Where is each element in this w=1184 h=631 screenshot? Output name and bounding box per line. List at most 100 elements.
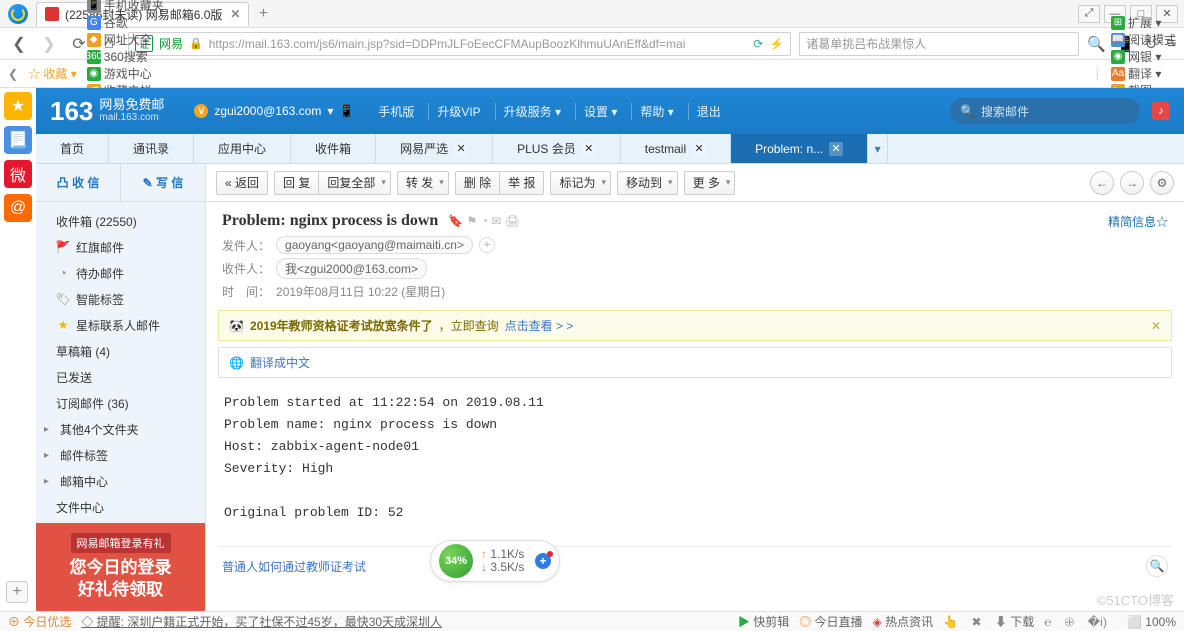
url-flash-icon[interactable]: ⚡ (769, 37, 784, 51)
magnify-icon[interactable]: 🔍 (1146, 555, 1168, 577)
folder-item[interactable]: 订阅邮件 (36) (36, 390, 205, 416)
mail-tab[interactable]: Problem: n...✕ (731, 134, 868, 163)
header-link[interactable]: 设置 ▾ (575, 103, 625, 120)
window-collapse-button[interactable]: ⤢ (1078, 5, 1100, 23)
bookmark-item[interactable]: ◆网址大全 (87, 31, 164, 48)
tab-close-icon[interactable]: ✕ (829, 142, 843, 156)
folder-item[interactable]: 草稿箱 (4) (36, 338, 205, 364)
translate-link[interactable]: 翻译成中文 (250, 354, 310, 371)
suggestion-link[interactable]: 普通人如何通过教师证考试 (222, 558, 366, 575)
new-tab-button[interactable]: + (251, 4, 275, 24)
status-item[interactable]: �וֹ) (1088, 615, 1107, 629)
nav-back-button[interactable]: ❮ (8, 33, 30, 55)
folder-item[interactable]: 文件中心 (36, 494, 205, 520)
status-item[interactable]: ◈ 热点资讯 (873, 615, 934, 629)
gear-icon[interactable]: ⚙ (1150, 171, 1174, 195)
add-extension-button[interactable]: + (6, 581, 28, 603)
move-button[interactable]: 移动到▾ (617, 171, 678, 195)
speed-widget[interactable]: 34% 1.1K/s 3.5K/s + (430, 540, 560, 582)
mark-button[interactable]: 标记为▾ (550, 171, 611, 195)
prev-mail-button[interactable]: ← (1090, 171, 1114, 195)
mail-tab[interactable]: testmail✕ (621, 134, 731, 163)
folder-item[interactable]: ▸邮件标签 (36, 442, 205, 468)
header-link[interactable]: 帮助 ▾ (631, 103, 681, 120)
mail-tab[interactable]: 收件箱 (291, 134, 376, 163)
status-item[interactable]: ◎ 今日直播 (799, 615, 862, 629)
status-item[interactable]: ℮ (1044, 615, 1055, 629)
folder-item[interactable]: 🚩红旗邮件 (36, 234, 205, 260)
mail-search-box[interactable]: 🔍 搜索邮件 (950, 98, 1140, 124)
tab-close-icon[interactable]: ✕ (692, 142, 706, 156)
status-item[interactable]: 👆 (943, 615, 961, 629)
compose-button[interactable]: ✎ 写 信 (121, 164, 205, 201)
reply-all-button[interactable]: 回复全部▾ (318, 171, 391, 195)
nav-forward-button[interactable]: ❯ (38, 33, 60, 55)
mail-tab[interactable]: PLUS 会员✕ (493, 134, 621, 163)
phone-icon[interactable]: 📱 (339, 104, 354, 118)
url-box[interactable]: 证 网易 🔒 https://mail.163.com/js6/main.jsp… (128, 32, 791, 56)
status-tip[interactable]: ◇ 提醒: 深圳户籍正式开始，买了社保不过45岁，最快30天成深圳人 (81, 613, 442, 630)
url-refresh-icon[interactable]: ⟳ (753, 37, 763, 51)
subject-action-icon[interactable]: ✉ (491, 214, 501, 228)
speed-badge[interactable]: + (535, 553, 551, 569)
bm-left-chevron[interactable]: ❮ (8, 67, 18, 81)
forward-button[interactable]: 转 发▾ (397, 171, 449, 195)
status-item[interactable]: 🕀 (1065, 615, 1078, 629)
header-link[interactable]: 手机版 (370, 103, 422, 120)
bookmark-tool[interactable]: 📖阅读模式 (1111, 31, 1176, 48)
promo-box[interactable]: 网易邮箱登录有礼 您今日的登录 好礼待领取 (36, 523, 205, 611)
bookmark-item[interactable]: 360360搜索 (87, 48, 164, 65)
status-item[interactable]: ▶ 快剪辑 (738, 615, 789, 629)
status-opt[interactable]: ⊕ 今日优选 (8, 613, 71, 630)
from-chip[interactable]: gaoyang<gaoyang@maimaiti.cn> (276, 236, 473, 254)
next-mail-button[interactable]: → (1120, 171, 1144, 195)
folder-item[interactable]: ▸邮箱中心 (36, 468, 205, 494)
tab-close-icon[interactable]: ✕ (454, 142, 468, 156)
ext-icon[interactable]: ★ (4, 92, 32, 120)
delete-button[interactable]: 删 除 (455, 171, 500, 195)
add-contact-icon[interactable]: + (479, 237, 495, 253)
header-link[interactable]: 退出 (688, 103, 729, 120)
zoom-level[interactable]: ⬜ 100% (1127, 615, 1176, 629)
user-chip[interactable]: V zgui2000@163.com ▾ 📱 (194, 104, 354, 118)
header-link[interactable]: 升级服务 ▾ (495, 103, 569, 120)
banner-link[interactable]: 点击查看 > > (505, 317, 574, 334)
mail-tab[interactable]: 应用中心 (194, 134, 291, 163)
status-item[interactable]: ⬇ 下载 (995, 615, 1034, 629)
ext-icon[interactable]: 微 (4, 160, 32, 188)
bookmark-tool[interactable]: Aa翻译 ▾ (1111, 65, 1176, 82)
header-link[interactable]: 升级VIP (428, 103, 488, 120)
bookmark-tool[interactable]: ◉网银 ▾ (1111, 48, 1176, 65)
ext-icon[interactable]: @ (4, 194, 32, 222)
ext-icon[interactable]: 📃 (4, 126, 32, 154)
subject-action-icon[interactable]: ◔ (481, 214, 488, 228)
status-item[interactable]: ✖ (971, 615, 984, 629)
bookmark-item[interactable]: ◉游戏中心 (87, 65, 164, 82)
favorites-button[interactable]: ☆ 收藏 ▾ (28, 65, 77, 82)
folder-item[interactable]: 已发送 (36, 364, 205, 390)
music-icon[interactable]: ♪ (1152, 102, 1170, 120)
bookmark-tool[interactable]: ⊞扩展 ▾ (1111, 14, 1176, 31)
mail-tab[interactable]: 网易严选✕ (376, 134, 493, 163)
tab-close-icon[interactable]: ✕ (230, 7, 240, 21)
mail-tab[interactable]: 通讯录 (109, 134, 194, 163)
mail-tab[interactable]: 首页 (36, 134, 109, 163)
back-button[interactable]: « 返回 (216, 171, 268, 195)
receive-button[interactable]: 凸 收 信 (36, 164, 121, 201)
subject-action-icon[interactable]: 🔖 (448, 214, 463, 228)
bookmark-item[interactable]: 📱手机收藏夹 (87, 0, 164, 14)
tab-close-icon[interactable]: ✕ (582, 142, 596, 156)
more-button[interactable]: 更 多▾ (684, 171, 736, 195)
folder-item[interactable]: ★星标联系人邮件 (36, 312, 205, 338)
bookmark-item[interactable]: G谷歌 (87, 14, 164, 31)
report-button[interactable]: 举 报 (499, 171, 544, 195)
browser-search-box[interactable]: 诸葛单挑吕布战果惊人 (799, 32, 1079, 56)
to-chip[interactable]: 我<zgui2000@163.com> (276, 258, 427, 279)
subject-action-icon[interactable]: 🖨 (505, 214, 520, 228)
search-icon[interactable]: 🔍 (1087, 35, 1106, 53)
tabs-dropdown[interactable]: ▾ (868, 134, 888, 163)
subject-action-icon[interactable]: ⚑ (467, 214, 478, 228)
reply-button[interactable]: 回 复 (274, 171, 319, 195)
folder-item[interactable]: ▸其他4个文件夹 (36, 416, 205, 442)
brief-link[interactable]: 精简信息☆ (1108, 213, 1168, 230)
